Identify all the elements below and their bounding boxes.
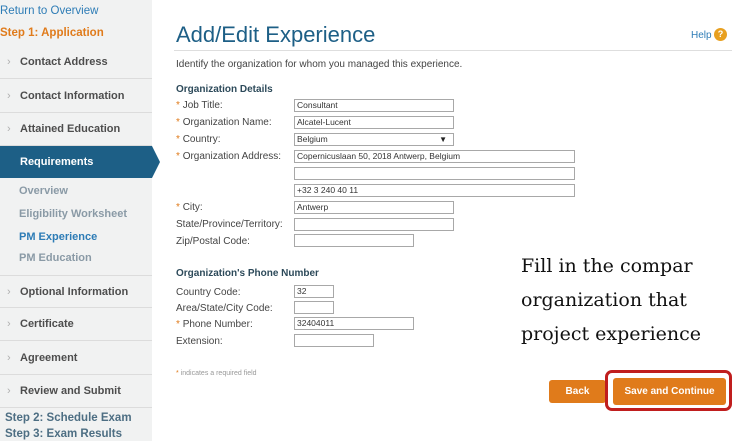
sidebar-item-requirements[interactable]: Requirements [0, 146, 160, 178]
help-icon[interactable]: ? [714, 28, 727, 41]
sidebar-item-label: Certificate [20, 318, 74, 330]
sidebar-item-label: Review and Submit [20, 385, 121, 397]
instruction-line2: organization that [521, 289, 687, 311]
country-select[interactable]: Belgium ▼ [294, 133, 454, 146]
organization-address-label: * Organization Address: [176, 151, 282, 162]
phone-number-heading: Organization's Phone Number [176, 268, 319, 279]
extension-label: Extension: [176, 336, 223, 347]
address-line3-input[interactable]: +32 3 240 40 11 [294, 184, 575, 197]
sidebar-item-optional-information[interactable]: › Optional Information [0, 275, 152, 308]
address-line2-input[interactable] [294, 167, 575, 180]
sidebar-item-label: Attained Education [20, 123, 121, 135]
city-input[interactable]: Antwerp [294, 201, 454, 214]
job-title-input[interactable]: Consultant [294, 99, 454, 112]
area-code-label: Area/State/City Code: [176, 303, 273, 314]
sidebar-item-label: Agreement [20, 352, 78, 364]
chevron-right-icon: › [7, 90, 11, 102]
sidebar-item-agreement[interactable]: › Agreement [0, 342, 152, 375]
state-input[interactable] [294, 218, 454, 231]
phone-number-label: * Phone Number: [176, 319, 253, 330]
sidebar-subitem-pm-experience[interactable]: PM Experience [19, 231, 97, 243]
title-divider [174, 50, 732, 51]
phone-number-input[interactable]: 32404011 [294, 317, 414, 330]
intro-text: Identify the organization for whom you m… [176, 59, 463, 70]
help-link[interactable]: Help [691, 30, 712, 41]
sidebar-item-review-submit[interactable]: › Review and Submit [0, 375, 152, 408]
country-code-input[interactable]: 32 [294, 285, 334, 298]
chevron-right-icon: › [7, 318, 11, 330]
sidebar-subitem-eligibility-worksheet[interactable]: Eligibility Worksheet [19, 208, 127, 220]
sidebar-subitem-pm-education[interactable]: PM Education [19, 252, 92, 264]
chevron-right-icon: › [7, 285, 11, 298]
step1-heading[interactable]: Step 1: Application [0, 27, 104, 39]
chevron-right-icon: › [7, 56, 11, 68]
required-field-note: * indicates a required field [176, 370, 257, 377]
country-code-label: Country Code: [176, 287, 241, 298]
sidebar-item-label: Optional Information [20, 285, 129, 298]
chevron-right-icon: › [7, 352, 11, 364]
sidebar-item-contact-information[interactable]: › Contact Information [0, 80, 152, 113]
extension-input[interactable] [294, 334, 374, 347]
organization-name-input[interactable]: Alcatel-Lucent [294, 116, 454, 129]
sidebar: Return to Overview Step 1: Application ›… [0, 0, 160, 441]
sidebar-item-certificate[interactable]: › Certificate [0, 308, 152, 341]
zip-label: Zip/Postal Code: [176, 236, 250, 247]
save-and-continue-button[interactable]: Save and Continue [613, 378, 726, 405]
instruction-line1: Fill in the compar [521, 255, 693, 277]
sidebar-item-label: Requirements [20, 156, 94, 168]
area-code-input[interactable] [294, 301, 334, 314]
chevron-right-icon: › [7, 385, 11, 397]
page-title: Add/Edit Experience [176, 22, 376, 47]
active-arrow [152, 146, 160, 178]
instruction-line3: project experience [521, 323, 702, 345]
zip-input[interactable] [294, 234, 414, 247]
dropdown-caret-icon: ▼ [439, 135, 447, 144]
sidebar-item-attained-education[interactable]: › Attained Education [0, 113, 152, 146]
organization-name-label: * Organization Name: [176, 117, 272, 128]
job-title-label: * Job Title: [176, 100, 223, 111]
country-select-value: Belgium [297, 134, 328, 144]
sidebar-item-contact-address[interactable]: › Contact Address [0, 46, 152, 79]
country-label: * Country: [176, 134, 221, 145]
chevron-right-icon: › [7, 123, 11, 135]
return-to-overview-link[interactable]: Return to Overview [0, 5, 98, 17]
sidebar-subitem-overview[interactable]: Overview [19, 185, 68, 197]
step2-link[interactable]: Step 2: Schedule Exam [5, 412, 132, 424]
city-label: * City: [176, 202, 203, 213]
back-button[interactable]: Back [549, 380, 606, 403]
step3-link[interactable]: Step 3: Exam Results [5, 428, 122, 440]
sidebar-item-label: Contact Information [20, 90, 125, 102]
state-label: State/Province/Territory: [176, 219, 283, 230]
organization-details-heading: Organization Details [176, 84, 273, 95]
sidebar-item-label: Contact Address [20, 56, 108, 68]
address-line1-input[interactable]: Copernicuslaan 50, 2018 Antwerp, Belgium [294, 150, 575, 163]
